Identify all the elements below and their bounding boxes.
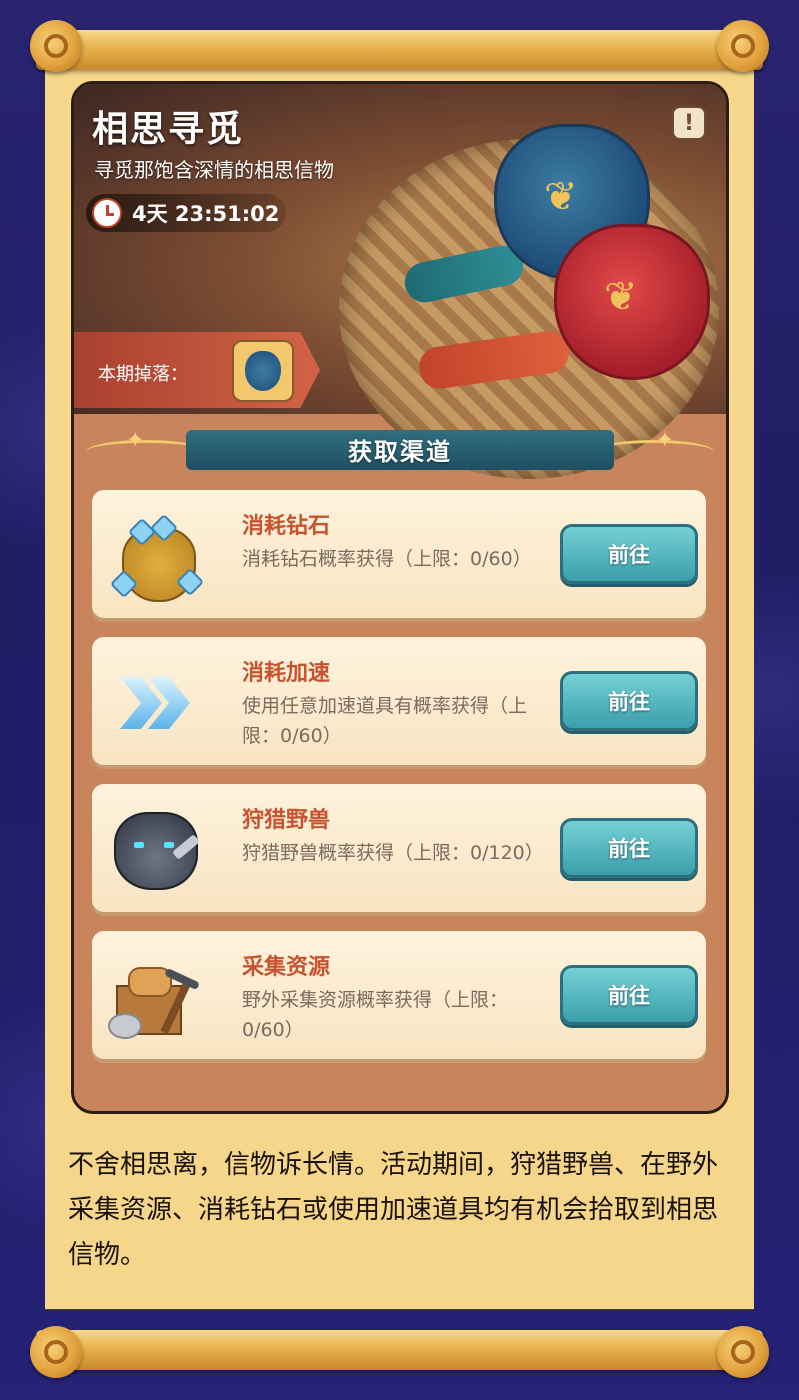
channel-title: 采集资源: [242, 955, 331, 980]
scroll-cap-icon: [717, 20, 769, 72]
divider: [45, 1309, 754, 1310]
channel-row: 采集资源 野外采集资源概率获得（上限：0/60） 前往: [92, 931, 706, 1059]
go-button[interactable]: 前往: [560, 965, 698, 1025]
event-description: 不舍相思离，信物诉长情。活动期间，狩猎野兽、在野外采集资源、消耗钻石或使用加速道…: [68, 1150, 719, 1270]
go-button[interactable]: 前往: [560, 818, 698, 878]
channel-description: 狩猎野兽概率获得（上限：0/120）: [242, 842, 544, 864]
go-button[interactable]: 前往: [560, 671, 698, 731]
event-title: 相思寻觅: [92, 109, 245, 150]
channel-row: 狩猎野兽 狩猎野兽概率获得（上限：0/120） 前往: [92, 784, 706, 912]
event-card: ❦ ❦ 相思寻觅 寻觅那饱含深情的相思信物 4天 23:51:02 ! 本期掉落…: [71, 81, 729, 1114]
drop-label: 本期掉落：: [98, 364, 188, 385]
drop-item-slot[interactable]: [232, 340, 294, 402]
stone-shape: [108, 1013, 142, 1039]
countdown-text: 4天 23:51:02: [132, 202, 280, 226]
channel-row: 消耗加速 使用任意加速道具有概率获得（上限：0/60） 前往: [92, 637, 706, 765]
resource-gather-icon: [106, 949, 202, 1041]
channel-description: 消耗钻石概率获得（上限：0/60）: [242, 548, 532, 570]
scroll-cap-icon: [30, 20, 82, 72]
channel-description: 使用任意加速道具有概率获得（上限：0/60）: [242, 695, 528, 747]
scroll-top-rod: [36, 30, 763, 70]
speedup-chevron-icon: [106, 655, 202, 747]
diamond-sack-icon: [106, 508, 205, 602]
channel-row: 消耗钻石 消耗钻石概率获得（上限：0/60） 前往: [92, 490, 706, 618]
countdown-timer: 4天 23:51:02: [86, 194, 286, 232]
scroll-cap-icon: [30, 1326, 82, 1378]
scroll-cap-icon: [717, 1326, 769, 1378]
clock-icon: [92, 198, 122, 228]
go-button[interactable]: 前往: [560, 524, 698, 584]
event-subtitle: 寻觅那饱含深情的相思信物: [94, 158, 334, 182]
event-banner: ❦ ❦ 相思寻觅 寻觅那饱含深情的相思信物 4天 23:51:02 ! 本期掉落…: [74, 84, 726, 479]
channel-title: 消耗加速: [242, 661, 331, 686]
channel-title: 消耗钻石: [242, 514, 331, 539]
bird-emblem-icon: ❦: [544, 174, 578, 220]
section-title: 获取渠道: [348, 438, 452, 466]
scroll-bottom-rod: [36, 1330, 763, 1370]
wolf-beast-icon: [106, 802, 202, 894]
section-header: ✦ ✦ 获取渠道: [86, 424, 714, 476]
channel-description: 野外采集资源概率获得（上限：0/60）: [242, 989, 509, 1041]
channel-title: 狩猎野兽: [242, 808, 331, 833]
token-pouch-icon: [245, 351, 281, 391]
bird-emblem-icon: ❦: [604, 274, 638, 320]
info-button[interactable]: !: [672, 106, 706, 140]
